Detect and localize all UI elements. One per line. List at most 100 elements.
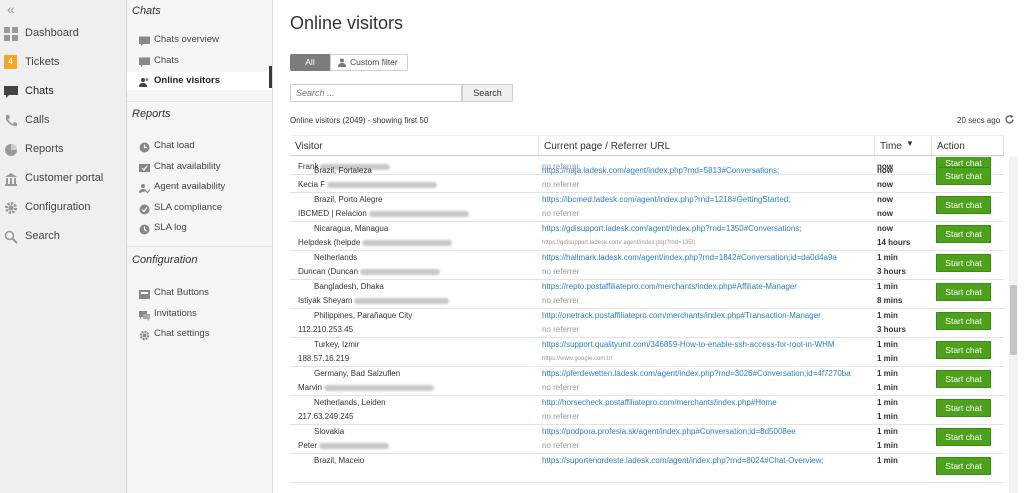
subnav-item-label: Online visitors — [154, 75, 220, 86]
referrer-url: no referrer — [542, 209, 580, 218]
phone-icon — [4, 114, 18, 128]
current-page-link[interactable]: https://suportenordeste.ladesk.com/agent… — [542, 456, 824, 465]
subnav-item-label: SLA compliance — [154, 202, 223, 213]
pie-chart-icon — [4, 143, 18, 157]
subnav-item-chat-load[interactable]: Chat load — [127, 137, 272, 155]
subnav-item-chat-buttons[interactable]: Chat Buttons — [127, 284, 272, 302]
start-chat-button[interactable]: Start chat — [936, 254, 991, 272]
visitor-location: Brazil, Fortaleza — [314, 166, 372, 175]
subnav-item-sla-compliance[interactable]: SLA compliance — [127, 199, 272, 217]
referrer-url: no referrer — [542, 441, 580, 450]
current-page-link[interactable]: https://repto.postaffiliatepro.com/merch… — [542, 282, 797, 291]
subnav-item-label: Invitations — [154, 308, 197, 319]
visitor-name: IBCMED | Relacion — [298, 209, 469, 218]
visitor-location: Turkey, Izmir — [314, 340, 360, 349]
current-page-link[interactable]: https://support.qualityunit.com/346859-H… — [542, 340, 835, 349]
referrer-url: no referrer — [542, 267, 580, 276]
subnav-item-chats[interactable]: Chats — [127, 52, 272, 70]
visitor-name: Marvin — [298, 383, 435, 392]
visitor-name: Helpdesk (helpde — [298, 238, 453, 247]
nav-item-search[interactable]: Search — [0, 224, 127, 250]
current-page-link[interactable]: https://hallmark.ladesk.com/agent/index.… — [542, 253, 837, 262]
custom-filter-button[interactable]: Custom filter — [330, 54, 408, 71]
nav-item-label: Tickets — [25, 56, 60, 68]
current-page-link[interactable]: http://horsecheck.postaffiliatepro.com/m… — [542, 398, 777, 407]
column-separator — [538, 136, 539, 157]
nav-item-reports[interactable]: Reports — [0, 137, 127, 163]
nav-item-configuration[interactable]: Configuration — [0, 195, 127, 221]
current-page-link[interactable]: http://onetrack.postaffiliatepro.com/mer… — [542, 311, 821, 320]
start-chat-button[interactable]: Start chat — [936, 312, 991, 330]
divider — [127, 101, 272, 102]
subnav-item-chats-overview[interactable]: Chats overview — [127, 31, 272, 49]
visitor-location: Slovakia — [314, 427, 345, 436]
nav-item-calls[interactable]: Calls — [0, 108, 127, 134]
time-on-site: 1 min — [877, 383, 898, 392]
divider — [127, 246, 272, 247]
current-page-link[interactable]: https://ibcmed.ladesk.com/agent/index.ph… — [542, 195, 790, 204]
time-on-page: 1 min — [877, 340, 898, 349]
configuration-section-heading: Configuration — [132, 254, 198, 266]
start-chat-button[interactable]: Start chat — [936, 196, 991, 214]
filter-all-button[interactable]: All — [290, 54, 330, 71]
start-chat-button[interactable]: Start chat — [936, 283, 991, 301]
referrer-url: no referrer — [542, 180, 580, 189]
column-header-time[interactable]: Time — [880, 141, 902, 152]
start-chat-button[interactable]: Start chat — [936, 341, 991, 359]
sub-nav: Chats Chats overview Chats Online visitors… — [127, 0, 273, 493]
visitor-location: Philippines, Parañaque City — [314, 311, 413, 320]
sort-desc-icon[interactable]: ▼ — [906, 139, 914, 148]
start-chat-button[interactable]: Start chat — [936, 370, 991, 388]
redacted-text — [368, 210, 469, 217]
subnav-item-online-visitors[interactable]: Online visitors — [127, 66, 272, 90]
nav-item-tickets[interactable]: 4 Tickets — [0, 50, 127, 76]
search-input[interactable] — [290, 84, 462, 102]
table-row: Slovakia Peter https://podpora.profesia.sk… — [290, 425, 1004, 454]
time-on-page: now — [877, 224, 893, 233]
scrollbar-thumb[interactable] — [1010, 285, 1017, 355]
nav-item-dashboard[interactable]: Dashboard — [0, 21, 127, 47]
search-button[interactable]: Search — [462, 84, 513, 102]
referrer-url: no referrer — [542, 325, 580, 334]
nav-item-customer-portal[interactable]: Customer portal — [0, 166, 127, 192]
gear-icon — [4, 201, 18, 215]
check-chat-icon — [139, 161, 150, 172]
current-page-link[interactable]: https://naja.ladesk.com/agent/index.php?… — [542, 166, 779, 175]
time-on-site: 1 min — [877, 441, 898, 450]
nav-item-label: Calls — [25, 114, 50, 126]
refresh-icon[interactable] — [1004, 114, 1015, 125]
current-page-link[interactable]: https://pferdewetten.ladesk.com/agent/in… — [542, 369, 851, 378]
subnav-item-invitations[interactable]: Invitations — [127, 305, 272, 323]
page-title: Online visitors — [290, 13, 404, 33]
start-chat-button[interactable]: Start chat — [936, 457, 991, 475]
building-icon — [4, 172, 18, 186]
subnav-item-label: Chats overview — [154, 34, 219, 45]
column-separator — [1003, 136, 1004, 157]
start-chat-button[interactable]: Start chat — [936, 167, 991, 185]
start-chat-button[interactable]: Start chat — [936, 399, 991, 417]
nav-item-chats[interactable]: Chats — [0, 79, 127, 105]
nav-item-label: Reports — [25, 143, 64, 155]
redacted-text — [354, 297, 450, 304]
column-header-visitor: Visitor — [295, 141, 323, 152]
visitor-name: Duncan (Duncan — [298, 267, 441, 276]
current-page-link[interactable]: https://gdisupport.ladesk.com/agent/inde… — [542, 224, 802, 233]
subnav-item-sla-log[interactable]: SLA log — [127, 219, 272, 237]
subnav-item-agent-availability[interactable]: Agent availability — [127, 178, 272, 196]
subnav-item-chat-settings[interactable]: Chat settings — [127, 325, 272, 343]
visitor-location: Germany, Bad Salzuflen — [314, 369, 401, 378]
subnav-item-chat-availability[interactable]: Chat availability — [127, 158, 272, 176]
visitor-location: Brazil, Maceio — [314, 456, 365, 465]
collapse-icon[interactable]: « — [7, 2, 15, 16]
time-on-page: 1 min — [877, 369, 898, 378]
time-on-site: 1 min — [877, 412, 898, 421]
clock-icon — [139, 140, 150, 153]
start-chat-button[interactable]: Start chat — [936, 225, 991, 243]
start-chat-button[interactable]: Start chat — [936, 428, 991, 446]
table-row: Netherlands, Leiden 217.63.249.245 http://… — [290, 396, 1004, 425]
time-on-page: 1 min — [877, 253, 898, 262]
visitor-count-summary: Online visitors (2049) - showing first 5… — [290, 116, 429, 125]
time-on-site: 8 mins — [877, 296, 903, 305]
current-page-link[interactable]: https://podpora.profesia.sk/agent/index.… — [542, 427, 796, 436]
column-separator — [874, 136, 875, 157]
